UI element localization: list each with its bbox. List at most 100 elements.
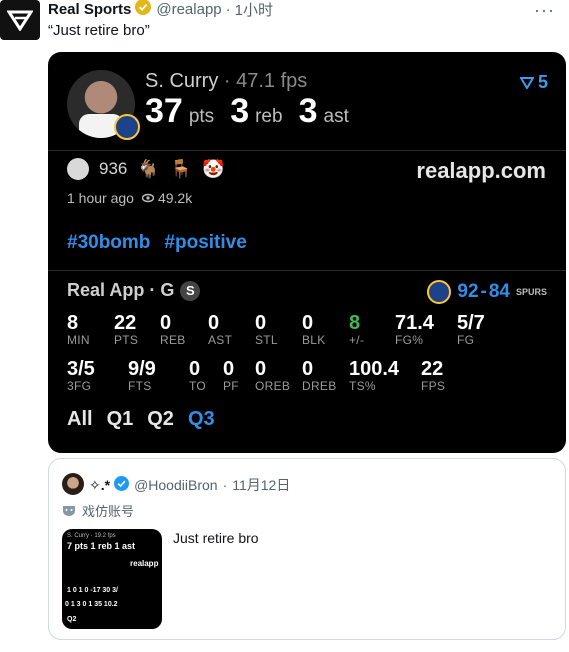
tab-q2[interactable]: Q2 [147,408,174,431]
filter-indicator: 5 [519,72,548,93]
quote-author-name[interactable]: ✧.* [89,477,110,494]
stat-cell-oreb: 0 OREB [255,358,290,393]
stat-cell-fg: 5/7 FG [457,312,485,347]
posted-ago: 1 hour ago [67,190,134,206]
score-home: 92 [457,281,479,302]
stat-value: 0 [160,312,172,334]
thumb-site: realapp [130,559,159,568]
stat-label: PTS [114,333,139,347]
parody-label: 戏仿账号 [62,501,134,520]
stat-value: 9/9 [128,358,156,380]
stat-value: 0 [189,358,201,380]
card-divider [48,150,566,151]
stat-cell-ts-: 100.4 TS% [349,358,399,393]
quote-author-handle[interactable]: @HoodiiBron [134,477,217,493]
smile-emoji-icon [67,158,89,180]
warriors-logo-icon [114,114,140,140]
thumb-row2: 0 1 3 0 1 35 10.2 [65,601,118,608]
view-count: 49.2k [157,190,193,206]
stat-cell-blk: 0 BLK [302,312,326,347]
stat-value: 0 [255,358,267,380]
hashtag-30bomb: #30bomb [67,232,151,253]
stat-value: 0 [255,312,267,334]
tab-q3[interactable]: Q3 [188,408,215,431]
stat-value: 71.4 [395,312,434,334]
quote-date[interactable]: 11月12日 [232,475,290,495]
player-name: S. Curry [145,70,219,92]
stat-label: AST [208,333,233,347]
reb-label: reb [255,106,283,127]
hashtag-row: #30bomb #positive [67,232,247,254]
thumb-statline: 7 pts 1 reb 1 ast [67,541,136,551]
game-row: Real App · G S 92-84 SPURS [67,280,547,304]
thumb-row1: 1 0 1 0 -17 30 3/ [67,587,118,594]
separator-dot: · [225,0,231,18]
stat-value: 0 [223,358,235,380]
player-title: S. Curry · 47.1 fps [145,70,308,92]
stat-cell-3fg: 3/5 3FG [67,358,95,393]
score-separator: - [480,281,487,302]
stat-cell-pf: 0 PF [223,358,239,393]
stat-card-image[interactable]: S. Curry · 47.1 fps 37 pts 3 reb 3 ast 5… [48,52,566,453]
thumb-player: S. Curry · 19.2 fps [67,533,116,539]
tab-q1[interactable]: Q1 [107,408,134,431]
separator-dot: · [222,477,228,493]
stat-value: 0 [208,312,220,334]
verified-gold-badge-icon [135,0,152,19]
stat-label: STL [255,333,278,347]
chair-emoji-icon: 🪑 [169,158,193,179]
clown-emoji-icon: 🤡 [202,158,225,179]
stat-cell-pts: 22 PTS [114,312,138,347]
stat-value: 5/7 [457,312,485,334]
thumb-quarter: Q2 [67,616,77,623]
stat-label: 3FG [67,379,92,393]
stat-cell-stl: 0 STL [255,312,278,347]
site-label: realapp.com [416,158,546,183]
quote-author-avatar[interactable] [62,473,84,495]
quote-image-thumbnail[interactable]: S. Curry · 19.2 fps 7 pts 1 reb 1 ast re… [62,529,162,629]
stat-value: 3/5 [67,358,95,380]
reaction-count: 936 [99,159,128,178]
tweet-text: “Just retire bro” [48,22,150,39]
author-name[interactable]: Real Sports [48,1,131,18]
filter-icon [519,76,534,89]
tweet-header: Real Sports @realapp · 1小时 [48,0,273,20]
game-title-text: Real App · G [67,280,175,300]
stat-cell-min: 8 MIN [67,312,90,347]
reactions-row: 936 🐐 🪑 🤡 [67,158,225,180]
stat-cell-dreb: 0 DREB [302,358,337,393]
author-handle[interactable]: @realapp [156,1,221,18]
realapp-avatar[interactable] [0,0,40,40]
post-meta: 1 hour ago 49.2k [67,190,192,206]
more-options-icon[interactable]: ··· [534,0,555,21]
stat-cell-reb: 0 REB [160,312,186,347]
tweet-time[interactable]: 1小时 [235,0,273,20]
tab-all[interactable]: All [67,408,93,431]
player-statline: 37 pts 3 reb 3 ast [145,92,359,131]
stat-label: MIN [67,333,90,347]
reb-value: 3 [230,92,250,130]
score-away: 84 [488,281,510,302]
stat-value: 22 [114,312,137,334]
stat-label: FG [457,333,475,347]
stat-label: +/- [349,333,365,347]
pts-label: pts [188,106,215,127]
card-divider [48,270,566,271]
stat-label: FPS [421,379,446,393]
stat-cell-fts: 9/9 FTS [128,358,156,393]
stat-cell-ast: 0 AST [208,312,232,347]
warriors-logo-icon [427,280,452,304]
pts-value: 37 [145,92,183,130]
quote-header: ✧.* @HoodiiBron · 11月12日 [89,475,290,495]
stat-cell--: 8 +/- [349,312,364,347]
stat-value: 8 [349,312,361,334]
hashtag-positive: #positive [164,232,247,253]
stat-label: TO [189,379,207,393]
quoted-tweet[interactable]: ✧.* @HoodiiBron · 11月12日 戏仿账号 S. Curry ·… [48,458,566,640]
stat-label: PF [223,379,239,393]
quarter-tabs: All Q1 Q2 Q3 [67,408,215,431]
spurs-logo-icon: SPURS [515,287,547,297]
stat-label: OREB [255,379,291,393]
ast-value: 3 [298,92,318,130]
stat-value: 8 [67,312,79,334]
